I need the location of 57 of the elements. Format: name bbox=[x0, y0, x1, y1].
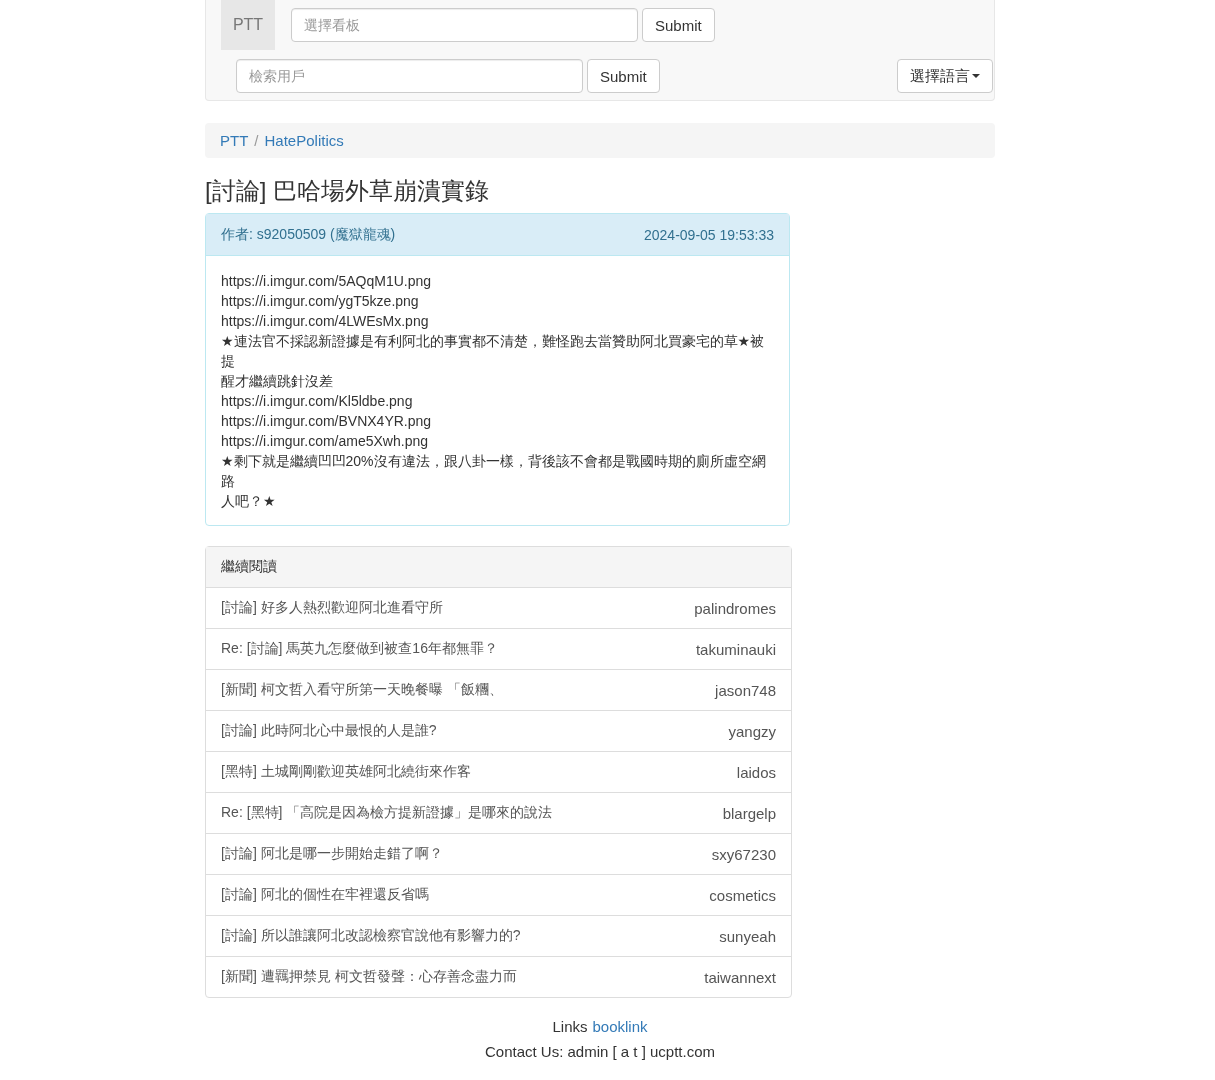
related-post-item[interactable]: Re: [黑特] 「高院是因為檢方提新證據」是哪來的說法 blargelp bbox=[206, 793, 791, 835]
post-body-line: ★連法官不採認新證據是有利阿北的事實都不清楚，難怪跑去當贊助阿北買豪宅的草★被提 bbox=[221, 332, 766, 372]
related-post-author: yangzy bbox=[728, 722, 776, 740]
related-post-item[interactable]: [討論] 好多人熱烈歡迎阿北進看守所 palindromes bbox=[206, 588, 791, 630]
related-post-item[interactable]: [討論] 阿北的個性在牢裡還反省嗎 cosmetics bbox=[206, 875, 791, 917]
post-body-line: https://i.imgur.com/BVNX4YR.png bbox=[221, 412, 433, 432]
related-post-author: palindromes bbox=[694, 599, 776, 617]
related-post-title[interactable]: [討論] 所以誰讓阿北改認檢察官說他有影響力的? bbox=[221, 927, 521, 946]
related-post-author: takuminauki bbox=[695, 640, 776, 658]
related-heading: 繼續閱讀 bbox=[206, 547, 791, 589]
caret-icon bbox=[972, 74, 980, 78]
booklink-link[interactable]: booklink bbox=[592, 1018, 648, 1036]
related-post-title[interactable]: Re: [討論] 馬英九怎麼做到被查16年都無罪？ bbox=[221, 640, 498, 659]
related-post-title[interactable]: [黑特] 土城剛剛歡迎英雄阿北繞街來作客 bbox=[221, 763, 471, 782]
post-body-line: https://i.imgur.com/4LWEsMx.png bbox=[221, 312, 430, 332]
submit-button[interactable]: Submit bbox=[587, 59, 660, 93]
related-post-author: sunyeah bbox=[719, 927, 776, 945]
post-body-line: ★剩下就是繼續凹凹20%沒有違法，跟八卦一樣，背後該不會都是戰國時期的廁所虛空網路 bbox=[221, 452, 767, 492]
related-post-author: taiwannext bbox=[704, 968, 776, 986]
board-search-field[interactable]: 選擇看板 bbox=[291, 8, 638, 42]
related-post-title[interactable]: [討論] 此時阿北心中最恨的人是誰? bbox=[221, 722, 437, 741]
related-post-title[interactable]: [討論] 阿北是哪一步開始走錯了啊？ bbox=[221, 845, 443, 864]
post-body-line: 人吧？★ bbox=[221, 492, 277, 512]
links-label: Links bbox=[552, 1018, 588, 1036]
post-body-line: https://i.imgur.com/ygT5kze.png bbox=[221, 292, 420, 312]
contact-text: Contact Us: admin [ a t ] ucptt.com bbox=[484, 1043, 716, 1061]
post-body-line: 醒才繼續跳針沒差 bbox=[221, 372, 334, 392]
related-post-title[interactable]: [新聞] 柯文哲入看守所第一天晚餐曝 「飯糰、 bbox=[221, 681, 503, 700]
related-post-author: jason748 bbox=[715, 681, 776, 699]
breadcrumb-link[interactable]: HatePolitics bbox=[264, 132, 344, 149]
related-post-item[interactable]: [討論] 所以誰讓阿北改認檢察官說他有影響力的? sunyeah bbox=[206, 916, 791, 958]
author-text: 作者: s92050509 (魔獄龍魂) bbox=[221, 225, 396, 244]
submit-button[interactable]: Submit bbox=[642, 8, 715, 42]
related-post-title[interactable]: [討論] 好多人熱烈歡迎阿北進看守所 bbox=[221, 599, 443, 618]
post-time: 2024-09-05 19:53:33 bbox=[644, 226, 774, 243]
related-post-author: sxy67230 bbox=[711, 845, 776, 863]
related-post-title[interactable]: [新聞] 遭羈押禁見 柯文哲發聲：心存善念盡力而 bbox=[221, 968, 517, 987]
post-body-line: https://i.imgur.com/5AQqM1U.png bbox=[221, 272, 433, 292]
related-post-item[interactable]: Re: [討論] 馬英九怎麼做到被查16年都無罪？ takuminauki bbox=[206, 629, 791, 671]
breadcrumb-separator: / bbox=[253, 132, 260, 149]
breadcrumb-link[interactable]: PTT bbox=[220, 132, 249, 149]
user-search-field[interactable]: 檢索用戶 bbox=[236, 59, 583, 93]
related-post-title[interactable]: [討論] 阿北的個性在牢裡還反省嗎 bbox=[221, 886, 429, 905]
related-post-item[interactable]: [討論] 阿北是哪一步開始走錯了啊？ sxy67230 bbox=[206, 834, 791, 876]
post-body-line: https://i.imgur.com/ame5Xwh.png bbox=[221, 432, 429, 452]
related-post-author: cosmetics bbox=[709, 886, 776, 904]
related-post-item[interactable]: [新聞] 柯文哲入看守所第一天晚餐曝 「飯糰、 jason748 bbox=[206, 670, 791, 712]
language-dropdown[interactable]: 選擇語言 bbox=[897, 59, 993, 93]
post-body-line: https://i.imgur.com/Kl5ldbe.png bbox=[221, 392, 414, 412]
related-post-item[interactable]: [新聞] 遭羈押禁見 柯文哲發聲：心存善念盡力而 taiwannext bbox=[206, 957, 791, 998]
post-title: [討論] 巴哈場外草崩潰實錄 bbox=[205, 178, 490, 205]
related-post-title[interactable]: Re: [黑特] 「高院是因為檢方提新證據」是哪來的說法 bbox=[221, 804, 553, 823]
related-post-author: blargelp bbox=[722, 804, 776, 822]
site-brand-link[interactable]: PTT bbox=[221, 0, 275, 50]
related-post-item[interactable]: [討論] 此時阿北心中最恨的人是誰? yangzy bbox=[206, 711, 791, 753]
related-post-author: laidos bbox=[736, 763, 776, 781]
related-post-item[interactable]: [黑特] 土城剛剛歡迎英雄阿北繞街來作客 laidos bbox=[206, 752, 791, 794]
